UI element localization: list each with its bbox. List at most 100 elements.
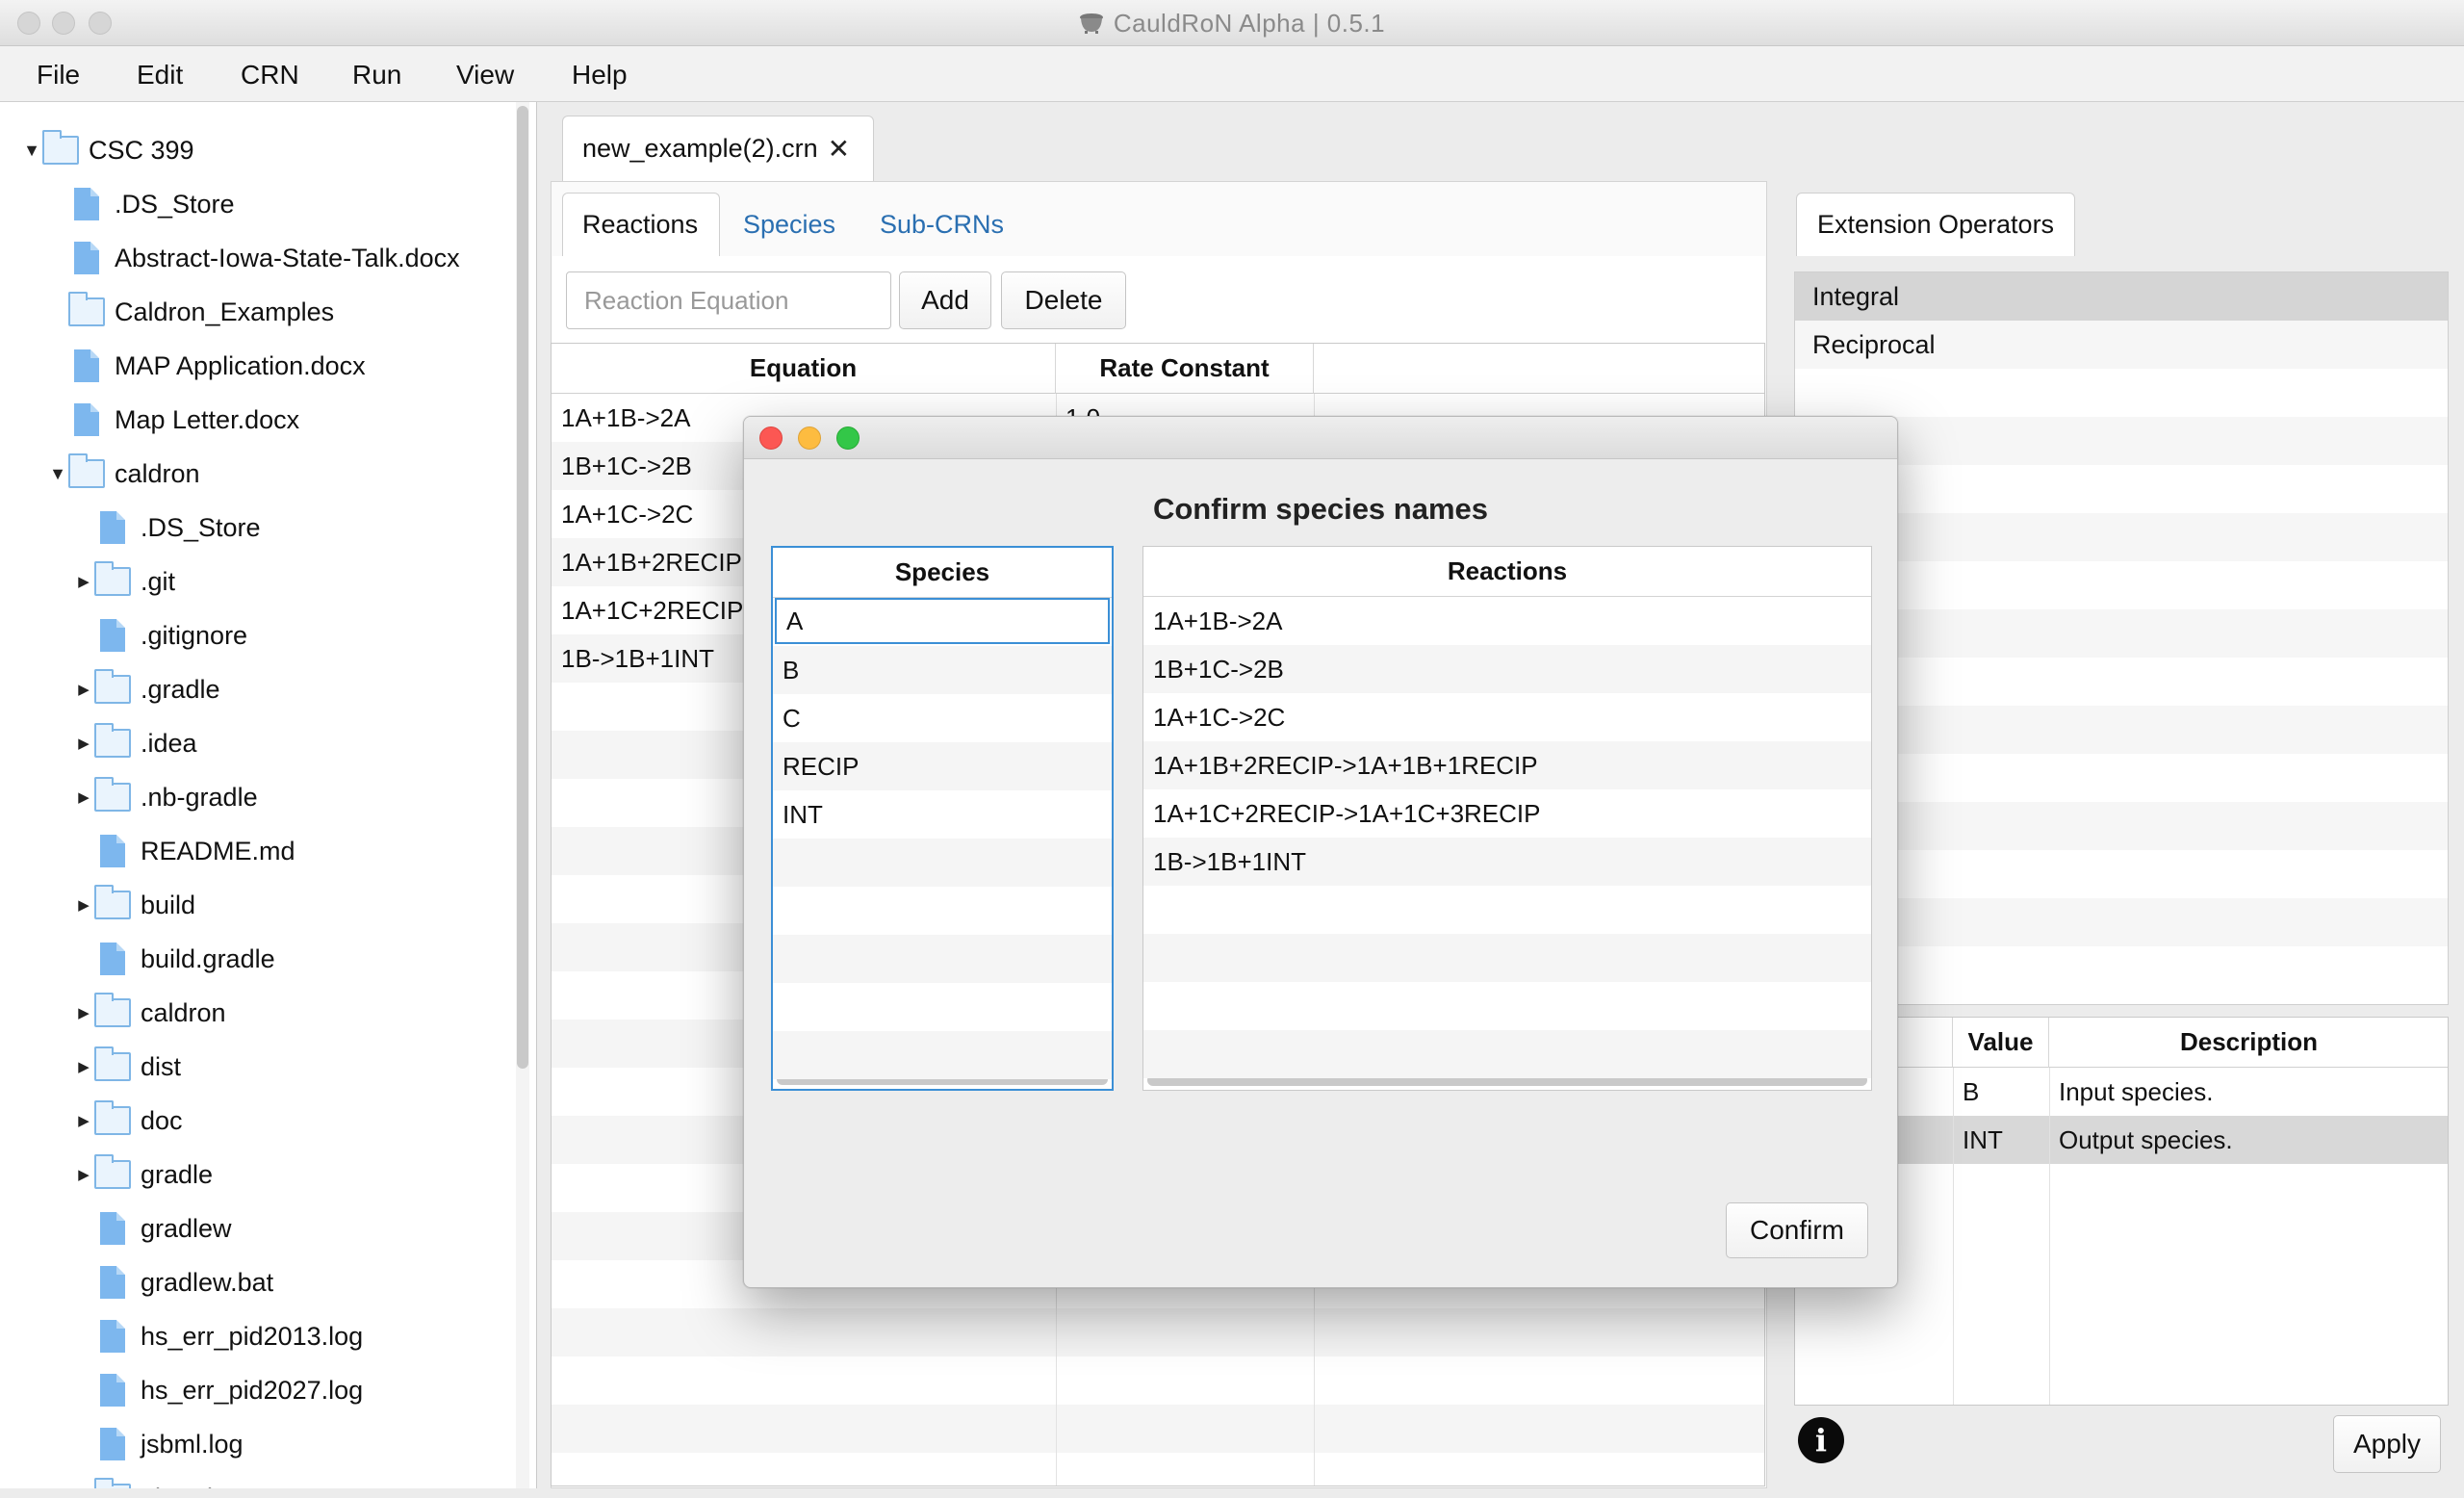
tree-item[interactable]: ▶ .idea [73,716,197,770]
list-item[interactable]: 1A+1B->2A [1143,597,1871,645]
species-name-cell[interactable]: RECIP [773,742,1112,790]
rate-constant-column-header[interactable]: Rate Constant [1056,344,1314,394]
list-item[interactable] [773,1079,1112,1089]
list-item[interactable] [1143,1078,1871,1090]
tree-item[interactable]: hs_err_pid2013.log [73,1309,363,1363]
tree-item[interactable]: .DS_Store [73,501,261,555]
reactions-column-header[interactable]: Reactions [1143,547,1871,597]
tree-item[interactable]: .DS_Store [47,177,235,231]
reaction-equation-input[interactable]: Reaction Equation [566,271,891,329]
collapsed-arrow-icon[interactable]: ▶ [73,1058,94,1075]
table-row[interactable] [552,1308,1764,1356]
species-column-header[interactable]: Species [773,548,1112,598]
collapsed-arrow-icon[interactable]: ▶ [73,788,94,806]
tree-item[interactable]: ▶ build [73,878,195,932]
tree-item[interactable]: jsbml.log [73,1417,244,1471]
list-item[interactable] [773,887,1112,935]
species-name-cell[interactable]: A [775,598,1110,644]
species-name-cell[interactable]: C [773,694,1112,742]
collapsed-arrow-icon[interactable]: ▶ [73,1004,94,1021]
value-cell[interactable]: INT [1953,1116,2049,1164]
tree-item[interactable]: .gitignore [73,608,247,662]
list-item[interactable]: INT [773,790,1112,839]
list-item[interactable] [773,935,1112,983]
tree-item[interactable]: hs_err_pid2027.log [73,1363,363,1417]
tree-item[interactable]: Map Letter.docx [47,393,299,447]
collapsed-arrow-icon[interactable]: ▶ [73,896,94,914]
menu-run[interactable]: Run [352,60,401,90]
menu-edit[interactable]: Edit [137,60,183,90]
table-row[interactable] [552,1405,1764,1453]
list-item[interactable] [1143,934,1871,982]
equation-column-header[interactable]: Equation [552,344,1056,394]
menu-view[interactable]: View [456,60,514,90]
list-item[interactable]: 1A+1B+2RECIP->1A+1B+1RECIP [1143,741,1871,789]
tree-item[interactable]: README.md [73,824,295,878]
close-tab-icon[interactable]: ✕ [828,133,850,165]
dialog-reactions-table[interactable]: Reactions 1A+1B->2A 1B+1C->2B 1A+1C->2C 1A+… [1142,546,1872,1091]
dialog-zoom-button[interactable] [836,426,860,450]
list-item[interactable] [1143,982,1871,1030]
list-item[interactable] [773,1031,1112,1079]
tree-item[interactable]: build.gradle [73,932,275,986]
list-item[interactable] [1143,886,1871,934]
value-column-header[interactable]: Value [1953,1018,2049,1068]
table-row[interactable] [1795,1356,2448,1405]
list-item[interactable]: C [773,694,1112,742]
list-item[interactable]: 1A+1C->2C [1143,693,1871,741]
collapsed-arrow-icon[interactable]: ▶ [73,1166,94,1183]
tree-item[interactable]: MAP Application.docx [47,339,366,393]
tree-item[interactable]: ▼ caldron [47,447,200,501]
list-item[interactable]: B [773,646,1112,694]
tree-item[interactable]: Caldron_Examples [47,285,334,339]
expanded-arrow-icon[interactable]: ▼ [21,141,42,161]
tree-item[interactable]: Abstract-Iowa-State-Talk.docx [47,231,460,285]
table-row[interactable] [552,1453,1764,1485]
collapsed-arrow-icon[interactable]: ▶ [73,573,94,590]
add-button[interactable]: Add [899,271,991,329]
table-row[interactable] [1795,1308,2448,1356]
tree-item[interactable]: ▶ .git [73,555,175,608]
menu-help[interactable]: Help [572,60,628,90]
table-row[interactable] [552,1356,1764,1405]
dialog-minimize-button[interactable] [798,426,821,450]
list-item[interactable] [773,983,1112,1031]
info-icon[interactable]: i [1798,1417,1844,1463]
collapsed-arrow-icon[interactable]: ▶ [73,735,94,752]
collapsed-arrow-icon[interactable]: ▶ [73,1112,94,1129]
list-item[interactable]: RECIP [773,742,1112,790]
species-name-cell[interactable]: B [773,646,1112,694]
list-item[interactable]: 1B->1B+1INT [1143,838,1871,886]
extension-operator-item[interactable]: Reciprocal [1795,321,2448,369]
extension-operator-item[interactable]: Integral [1795,272,2448,321]
expanded-arrow-icon[interactable]: ▼ [47,464,68,484]
tab-species[interactable]: Species [724,193,855,256]
collapsed-arrow-icon[interactable]: ▶ [73,681,94,698]
dialog-close-button[interactable] [759,426,783,450]
list-item[interactable]: 1B+1C->2B [1143,645,1871,693]
document-tab[interactable]: new_example(2).crn ✕ [562,116,874,181]
list-item[interactable] [773,839,1112,887]
menu-file[interactable]: File [37,60,80,90]
apply-button[interactable]: Apply [2333,1415,2441,1473]
tree-item[interactable]: ▶ caldron [73,986,226,1040]
tab-extension-operators[interactable]: Extension Operators [1796,193,2075,256]
tree-item[interactable]: ▶ .nb-gradle [73,770,258,824]
tree-item[interactable]: ▶ gradle [73,1148,213,1201]
menu-crn[interactable]: CRN [241,60,299,90]
value-cell[interactable]: B [1953,1068,2049,1116]
species-list-table[interactable]: Species A B C RECIP INT [771,546,1114,1091]
delete-button[interactable]: Delete [1001,271,1126,329]
empty-column-header[interactable] [1314,344,1764,394]
list-item[interactable]: 1A+1C+2RECIP->1A+1C+3RECIP [1143,789,1871,838]
tree-item[interactable]: ▶nbproject [73,1471,247,1488]
tab-sub-crns[interactable]: Sub-CRNs [860,193,1023,256]
species-name-cell[interactable]: INT [773,790,1112,839]
tree-item[interactable]: gradlew [73,1201,232,1255]
list-item[interactable]: A [773,598,1112,646]
description-column-header[interactable]: Description [2049,1018,2448,1068]
tab-reactions[interactable]: Reactions [562,193,720,256]
tree-item[interactable]: gradlew.bat [73,1255,273,1309]
confirm-button[interactable]: Confirm [1726,1202,1868,1258]
tree-item[interactable]: ▶ doc [73,1094,183,1148]
